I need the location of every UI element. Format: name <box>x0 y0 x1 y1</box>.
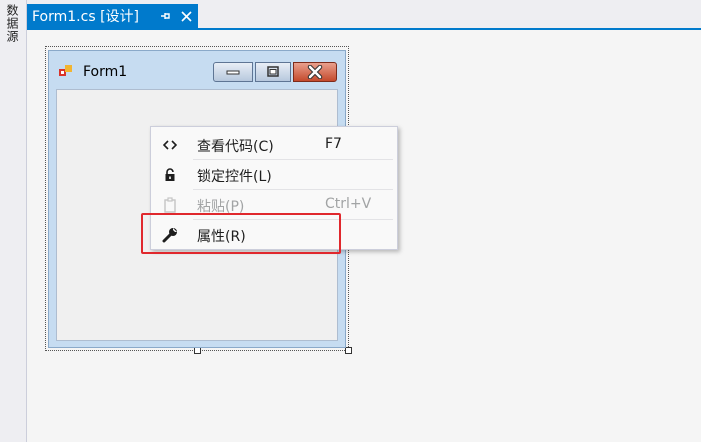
minimize-button[interactable] <box>213 62 253 82</box>
menu-item-shortcut: F7 <box>325 136 342 152</box>
menu-item-shortcut: Ctrl+V <box>325 196 372 212</box>
minimize-icon <box>226 70 240 75</box>
close-button[interactable] <box>293 62 337 82</box>
menu-item-label: 锁定控件(L) <box>197 169 272 185</box>
maximize-button[interactable] <box>255 62 291 82</box>
document-tab-bar: Form1.cs [设计] <box>27 0 701 30</box>
pin-icon[interactable] <box>156 7 174 25</box>
data-sources-tab[interactable]: 数据源 <box>4 4 21 43</box>
document-tab-form1-designer[interactable]: Form1.cs [设计] <box>27 4 198 28</box>
side-panel-strip: 数据源 <box>0 0 27 442</box>
tab-title: Form1.cs [设计] <box>32 9 139 25</box>
code-brackets-icon <box>161 137 179 153</box>
menu-item-lock-controls[interactable]: 锁定控件(L) <box>151 160 397 190</box>
form-title-bar: Form1 <box>49 51 345 87</box>
form-app-icon <box>59 65 72 76</box>
lock-icon <box>161 167 179 183</box>
close-icon <box>307 65 323 79</box>
menu-item-label: 查看代码(C) <box>197 139 274 155</box>
resize-handle-bottom-right[interactable] <box>345 347 352 354</box>
menu-item-view-code[interactable]: 查看代码(C) F7 <box>151 130 397 160</box>
highlight-box <box>141 213 341 254</box>
maximize-icon <box>267 66 279 77</box>
close-icon[interactable] <box>177 7 195 25</box>
resize-handle-bottom[interactable] <box>194 347 201 354</box>
clipboard-icon <box>161 197 179 213</box>
form-title: Form1 <box>83 64 128 80</box>
